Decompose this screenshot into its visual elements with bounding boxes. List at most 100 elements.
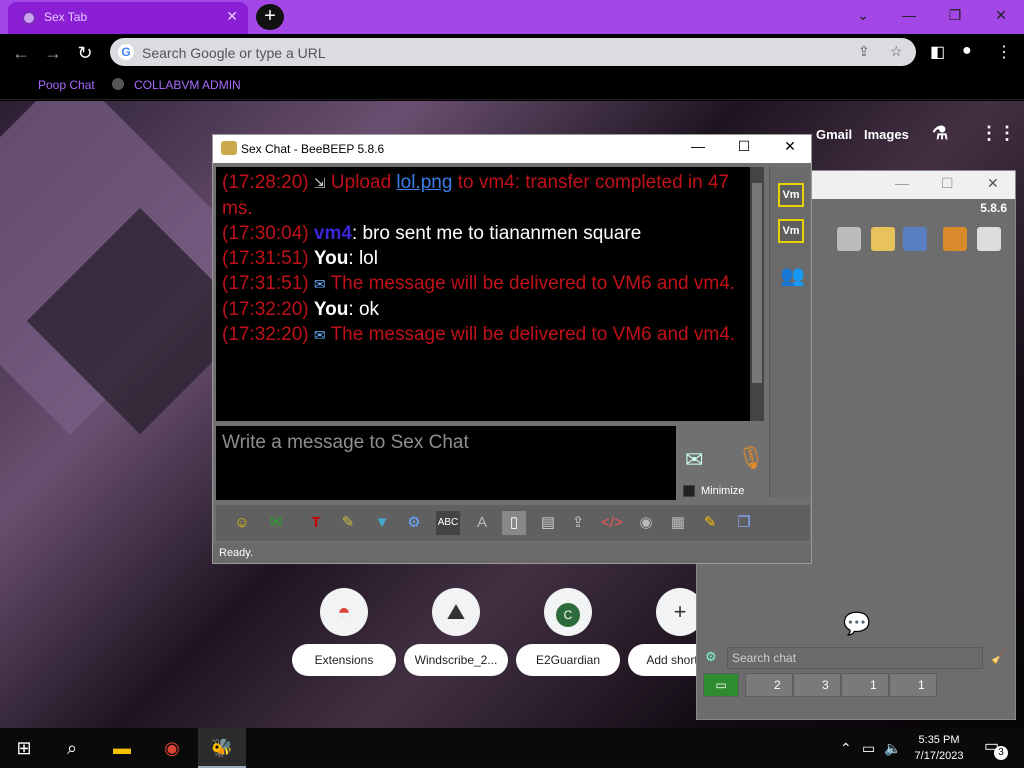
member-vm-badge[interactable]: Vm xyxy=(778,219,804,243)
minimize-window-button[interactable]: — xyxy=(886,0,932,30)
message-input[interactable]: Write a message to Sex Chat xyxy=(216,426,676,500)
version-label: 5.8.6 xyxy=(980,201,1007,215)
send-file-icon[interactable]: ⇪ xyxy=(566,511,590,535)
shortcut-e2guardian[interactable]: C E2Guardian xyxy=(516,588,620,676)
member-vm-badge[interactable]: Vm xyxy=(778,183,804,207)
scrollbar-thumb[interactable] xyxy=(752,183,762,383)
emoji-icon[interactable]: ☺ xyxy=(230,511,254,535)
tab-groups[interactable]: 1 xyxy=(841,673,889,697)
tools-icon[interactable] xyxy=(903,227,927,251)
window-icon[interactable]: ❐ xyxy=(732,511,756,535)
close-icon[interactable]: ✕ xyxy=(987,175,999,192)
font-icon[interactable]: T xyxy=(304,511,328,535)
beebeep-taskbar-icon[interactable]: 🐝 xyxy=(198,728,246,768)
tab-online-icon[interactable]: ▭ xyxy=(703,673,739,697)
windows-taskbar: ⊞ ⌕ ▬ ◉ 🐝 ⌃ ▭ 🔈 5:35 PM 7/17/2023 ▭ 3 xyxy=(0,728,1024,768)
history-icon[interactable]: ▦ xyxy=(666,511,690,535)
extensions-icon: ◓ xyxy=(320,588,368,636)
status-bar: Ready. xyxy=(213,543,811,563)
tab-files[interactable]: 1 xyxy=(889,673,937,697)
file-link[interactable]: lol.png xyxy=(396,172,452,193)
address-bar[interactable]: G Search Google or type a URL ⇪ ☆ xyxy=(110,38,916,66)
color-icon[interactable]: ✎ xyxy=(336,511,360,535)
mailbox-icon[interactable] xyxy=(837,227,861,251)
bookmark-collabvm-admin[interactable]: COLLABVM ADMIN xyxy=(134,78,241,92)
notification-center-icon[interactable]: ▭ 3 xyxy=(984,736,1008,760)
labs-flask-icon[interactable]: ⚗ xyxy=(932,123,948,144)
file-explorer-icon[interactable]: ▬ xyxy=(98,728,146,768)
tray-chevron-icon[interactable]: ⌃ xyxy=(840,740,852,757)
shortcut-extensions[interactable]: ◓ Extensions xyxy=(292,588,396,676)
tab-chats[interactable]: 3 xyxy=(793,673,841,697)
chat-scrollbar[interactable] xyxy=(750,167,764,421)
address-placeholder: Search Google or type a URL xyxy=(142,45,326,61)
profile-icon[interactable]: ● xyxy=(962,42,972,60)
clear-search-icon[interactable]: 🧹 xyxy=(991,649,1007,665)
compose-icon[interactable] xyxy=(871,227,895,251)
browser-toolbar: ← → ↻ G Search Google or type a URL ⇪ ☆ … xyxy=(0,34,1024,70)
email-icon[interactable]: ✉ xyxy=(264,511,288,535)
notes-icon[interactable]: ✎ xyxy=(698,511,722,535)
network-icon[interactable]: ▭ xyxy=(862,740,875,757)
settings-icon[interactable]: ⚙ xyxy=(402,511,426,535)
shortcut-label: Extensions xyxy=(292,644,396,676)
transfer-icon[interactable] xyxy=(943,227,967,251)
bookmark-star-icon[interactable]: ☆ xyxy=(890,43,903,60)
close-window-button[interactable]: ✕ xyxy=(978,0,1024,30)
minimize-checkbox[interactable] xyxy=(683,485,695,497)
back-icon[interactable]: ← xyxy=(8,40,34,66)
autocomplete-icon[interactable]: A xyxy=(470,511,494,535)
send-message-icon[interactable]: ✉ xyxy=(685,447,703,473)
chat-log: (17:28:20) ⇲ Upload lol.png to vm4: tran… xyxy=(216,167,750,421)
file-icon[interactable]: ▤ xyxy=(536,511,560,535)
restore-window-button[interactable]: ❐ xyxy=(932,0,978,30)
tab-search-icon[interactable]: ⌄ xyxy=(840,0,886,30)
folder-icon[interactable] xyxy=(977,227,1001,251)
side-panel-icon[interactable]: ◧ xyxy=(930,42,945,62)
reload-icon[interactable]: ↻ xyxy=(72,40,98,66)
minimize-icon[interactable]: — xyxy=(683,138,713,154)
microphone-icon[interactable]: 🎙 xyxy=(737,445,765,471)
add-members-icon[interactable]: 👥 xyxy=(780,263,805,288)
chat-bubbles-icon: 💬 xyxy=(843,611,871,636)
close-icon[interactable]: ✕ xyxy=(775,138,805,155)
document-icon[interactable]: ▯ xyxy=(502,511,526,535)
chrome-icon[interactable]: ◉ xyxy=(148,728,196,768)
system-clock[interactable]: 5:35 PM 7/17/2023 xyxy=(906,732,972,764)
minimize-icon[interactable]: — xyxy=(895,175,909,191)
new-tab-button[interactable]: + xyxy=(256,4,284,30)
chat-message: (17:30:04) vm4: bro sent me to tiananmen… xyxy=(222,223,642,244)
search-settings-icon[interactable]: ⚙ xyxy=(705,649,717,665)
spellcheck-icon[interactable]: ABC xyxy=(436,511,460,535)
upload-icon: ⇲ xyxy=(313,175,326,191)
search-icon[interactable]: ⌕ xyxy=(48,728,96,768)
shortcut-windscribe[interactable]: ⛰ Windscribe_2... xyxy=(404,588,508,676)
filter-icon[interactable]: ▼ xyxy=(370,511,394,535)
volume-muted-icon[interactable]: 🔈 xyxy=(884,740,901,757)
maximize-icon[interactable]: ☐ xyxy=(941,175,954,192)
clock-time: 5:35 PM xyxy=(918,734,960,746)
apps-grid-icon[interactable]: ⋮⋮ xyxy=(980,123,1016,144)
tab-users[interactable]: 2 xyxy=(745,673,793,697)
browser-tab[interactable]: Sex Tab ✕ xyxy=(8,2,248,34)
maximize-icon[interactable]: ☐ xyxy=(729,138,759,155)
code-icon[interactable]: </> xyxy=(600,511,624,535)
bookmark-poop-chat[interactable]: Poop Chat xyxy=(38,78,95,92)
images-link[interactable]: Images xyxy=(864,127,909,142)
shortcut-label: Windscribe_2... xyxy=(404,644,508,676)
back-window-tabs: ▭ 2 3 1 1 xyxy=(697,673,1017,697)
windscribe-icon: ⛰ xyxy=(432,588,480,636)
start-windows-icon[interactable]: ⊞ xyxy=(0,728,48,768)
forward-icon[interactable]: → xyxy=(40,40,66,66)
search-chat-input[interactable]: Search chat xyxy=(727,647,983,669)
chat-window-titlebar: Sex Chat - BeeBEEP 5.8.6 — ☐ ✕ xyxy=(213,135,811,163)
gmail-link[interactable]: Gmail xyxy=(816,127,852,142)
browser-tabstrip: Sex Tab ✕ + ⌄ — ❐ ✕ xyxy=(0,0,1024,34)
shortcut-label: E2Guardian xyxy=(516,644,620,676)
beebeep-app-icon xyxy=(221,141,237,155)
share-icon[interactable]: ⇪ xyxy=(858,43,870,60)
chat-members-panel: Vm Vm 👥 xyxy=(769,167,809,497)
screenshot-icon[interactable]: ◉ xyxy=(634,511,658,535)
tab-close-icon[interactable]: ✕ xyxy=(226,8,238,25)
menu-kebab-icon[interactable]: ⋮ xyxy=(996,42,1012,62)
